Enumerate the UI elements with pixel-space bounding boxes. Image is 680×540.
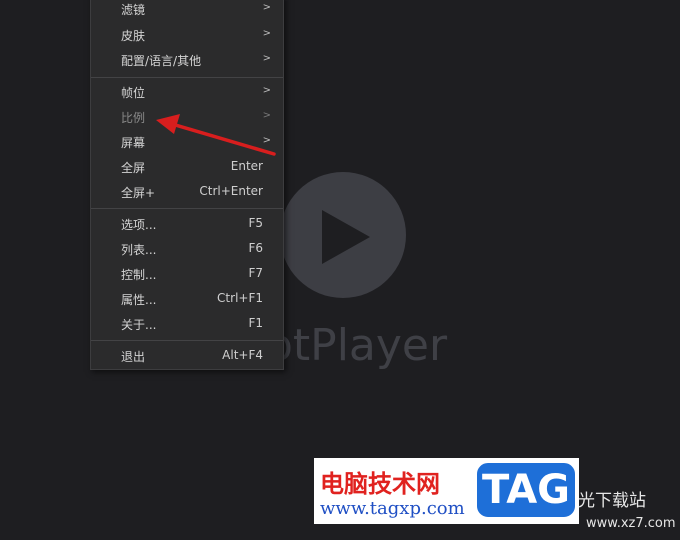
menu-item-label: 屏幕 xyxy=(121,136,146,150)
menu-item-shortcut: F6 xyxy=(248,241,263,255)
menu-item-filters[interactable]: 滤镜 > xyxy=(91,0,283,21)
menu-item-label: 退出 xyxy=(121,350,146,364)
menu-item-about[interactable]: 关于... F1 xyxy=(91,312,283,336)
menu-separator xyxy=(91,340,283,341)
menu-item-skin[interactable]: 皮肤 > xyxy=(91,23,283,47)
menu-separator xyxy=(91,208,283,209)
submenu-arrow-icon: > xyxy=(262,85,271,96)
context-menu: 滤镜 > 皮肤 > 配置/语言/其他 > 帧位 > 比例 > 屏幕 > 全屏 E… xyxy=(90,0,284,370)
menu-item-shortcut: Alt+F4 xyxy=(222,348,263,362)
red-arrow-annotation-icon xyxy=(156,114,276,156)
player-brand-text: otPlayer xyxy=(266,320,448,371)
watermark-right-text: 光下载站 xyxy=(578,491,646,511)
menu-item-label: 滤镜 xyxy=(121,3,146,17)
menu-item-playlist[interactable]: 列表... F6 xyxy=(91,237,283,261)
menu-item-label: 皮肤 xyxy=(121,29,146,43)
menu-item-properties[interactable]: 属性... Ctrl+F1 xyxy=(91,287,283,311)
menu-item-label: 全屏+ xyxy=(121,186,156,200)
menu-item-label: 列表... xyxy=(121,243,157,257)
menu-item-shortcut: Ctrl+Enter xyxy=(199,184,263,198)
menu-item-label: 属性... xyxy=(121,293,157,307)
menu-item-label: 比例 xyxy=(121,111,146,125)
menu-item-fullscreen-plus[interactable]: 全屏+ Ctrl+Enter xyxy=(91,180,283,204)
submenu-arrow-icon: > xyxy=(262,2,271,13)
menu-item-exit[interactable]: 退出 Alt+F4 xyxy=(91,344,283,368)
menu-item-label: 关于... xyxy=(121,318,157,332)
menu-separator xyxy=(91,77,283,78)
menu-item-label: 选项... xyxy=(121,218,157,232)
menu-item-shortcut: Ctrl+F1 xyxy=(217,291,263,305)
menu-item-frame[interactable]: 帧位 > xyxy=(91,80,283,104)
menu-item-shortcut: F7 xyxy=(248,266,263,280)
menu-item-shortcut: F1 xyxy=(248,316,263,330)
watermark-tag-text: TAG xyxy=(482,467,570,513)
menu-item-label: 帧位 xyxy=(121,86,146,100)
menu-item-shortcut: F5 xyxy=(248,216,263,230)
menu-item-control[interactable]: 控制... F7 xyxy=(91,262,283,286)
watermark-site-url: www.tagxp.com xyxy=(320,498,465,519)
play-icon xyxy=(322,210,370,264)
watermark-site-name: 电脑技术网 xyxy=(320,470,440,498)
menu-item-label: 控制... xyxy=(121,268,157,282)
menu-item-config[interactable]: 配置/语言/其他 > xyxy=(91,48,283,72)
submenu-arrow-icon: > xyxy=(262,53,271,64)
watermark-tag-logo: TAG xyxy=(474,460,578,520)
menu-item-label: 全屏 xyxy=(121,161,146,175)
menu-item-options[interactable]: 选项... F5 xyxy=(91,212,283,236)
watermark-right-url: www.xz7.com xyxy=(586,516,676,531)
submenu-arrow-icon: > xyxy=(262,28,271,39)
menu-item-label: 配置/语言/其他 xyxy=(121,54,202,68)
